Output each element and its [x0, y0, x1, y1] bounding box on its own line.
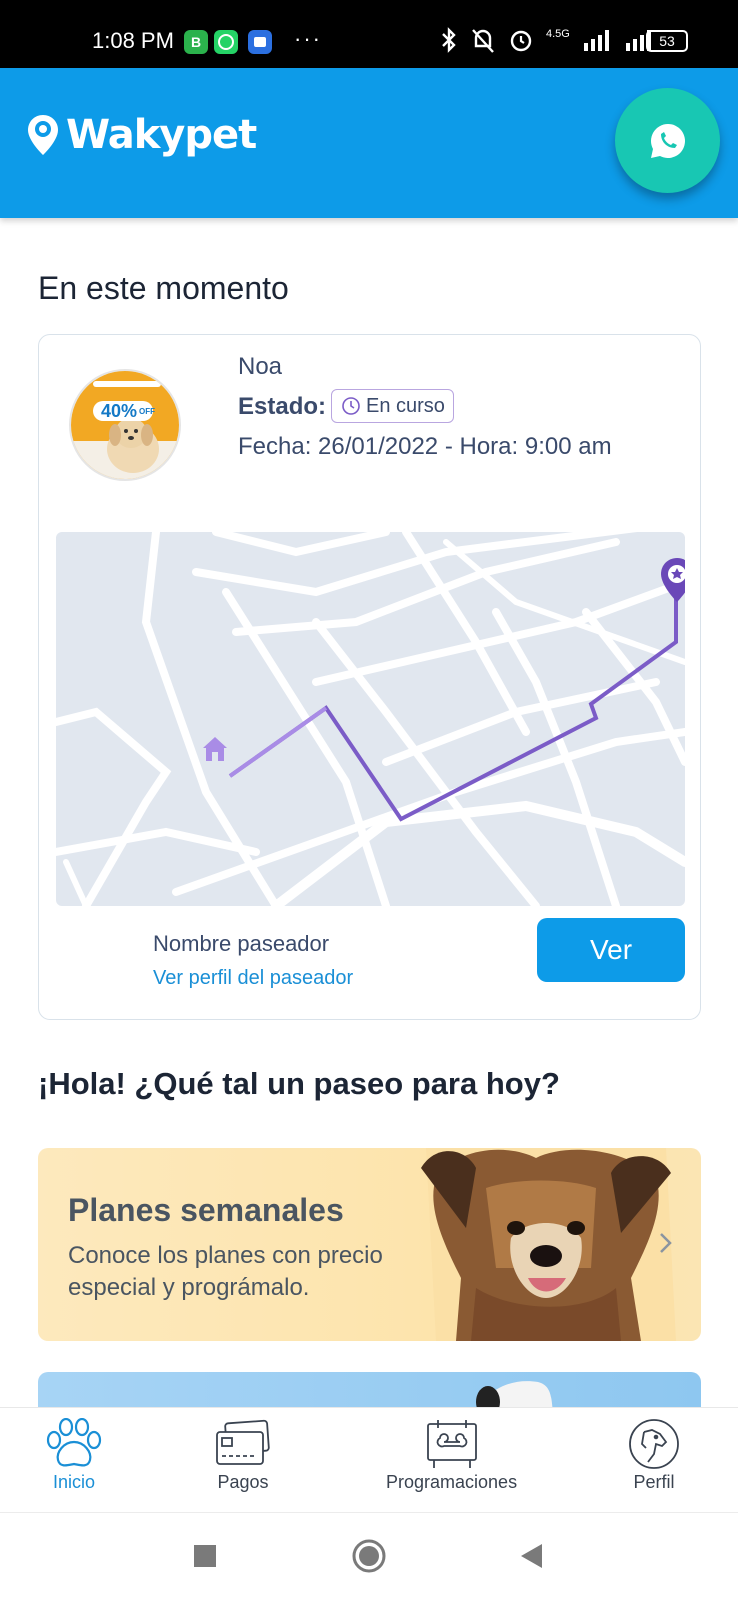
system-navigation-bar [0, 1512, 738, 1598]
credit-card-icon [216, 1419, 270, 1465]
bell-muted-icon [472, 29, 494, 53]
dog-profile-icon [629, 1419, 679, 1469]
walk-date-time: Fecha: 26/01/2022 - Hora: 9:00 am [238, 433, 612, 460]
promo-badge-text: 40% [101, 401, 138, 421]
whatsapp-notification-icon [214, 30, 238, 54]
plan-card-title: Planes semanales [68, 1192, 344, 1228]
pet-name: Noa [238, 353, 283, 380]
nav-item-pagos[interactable]: Pagos [214, 1418, 272, 1493]
logo-text: Wakypet [66, 112, 257, 158]
alarm-icon [510, 30, 532, 52]
battery-icon: 53 [646, 30, 688, 52]
nav-label-programaciones: Programaciones [386, 1472, 518, 1492]
pet-avatar: 40% OFF [69, 369, 181, 481]
walker-location-marker-icon [661, 558, 685, 602]
dog-photo [421, 1148, 676, 1341]
status-label: Estado: [238, 393, 327, 420]
paw-icon [46, 1418, 102, 1467]
wakypet-logo: Wakypet [26, 112, 257, 158]
messages-notification-icon [248, 30, 272, 54]
nav-label-perfil: Perfil [633, 1472, 675, 1492]
route-map[interactable] [56, 532, 685, 906]
whatsapp-button[interactable] [615, 88, 720, 193]
promo-badge-sub: OFF [139, 407, 155, 416]
home-button-icon[interactable] [351, 1538, 387, 1574]
calendar-bone-icon [426, 1420, 477, 1468]
weekly-plans-card[interactable]: Planes semanales Conoce los planes con p… [38, 1148, 701, 1341]
nav-item-inicio[interactable]: Inicio [44, 1418, 104, 1493]
status-badge: En curso [331, 389, 454, 423]
recent-apps-icon[interactable] [192, 1543, 218, 1569]
nav-label-pagos: Pagos [217, 1472, 269, 1492]
whatsapp-icon [650, 123, 685, 158]
status-time: 1:08 PM [92, 28, 174, 53]
clock-history-icon [342, 397, 360, 415]
status-badge-label: En curso [366, 394, 445, 417]
home-marker-icon [203, 737, 227, 761]
location-pin-icon [28, 115, 58, 155]
status-bar: 1:08 PM B ··· 4.5G 53 [0, 0, 738, 68]
plan-card-description: Conoce los planes con precio especial y … [68, 1242, 383, 1301]
app-bar: Wakypet [0, 68, 738, 218]
current-walk-card: 40% OFF Noa Estado: En curso Fecha: 26/0… [38, 334, 701, 1020]
walker-profile-link[interactable]: Ver perfil del paseador [153, 967, 353, 990]
back-button-icon[interactable] [518, 1542, 544, 1570]
bluetooth-icon [442, 27, 456, 53]
nav-item-perfil[interactable]: Perfil [626, 1418, 682, 1493]
chevron-right-icon [660, 1233, 672, 1253]
greeting-heading: ¡Hola! ¿Qué tal un paseo para hoy? [38, 1066, 560, 1101]
network-type: 4.5G [546, 28, 570, 40]
nav-label-inicio: Inicio [52, 1472, 96, 1492]
section-title-current: En este momento [38, 270, 289, 306]
app-notification-icon: B [184, 30, 208, 54]
signal-icon [583, 30, 609, 51]
view-walk-button[interactable]: Ver [537, 918, 685, 982]
bottom-navigation: Inicio Pagos Programaciones Perfil [0, 1407, 738, 1511]
walker-name: Nombre paseador [153, 931, 330, 956]
more-notifications-icon: ··· [294, 26, 322, 51]
nav-item-programaciones[interactable]: Programaciones [386, 1418, 517, 1493]
